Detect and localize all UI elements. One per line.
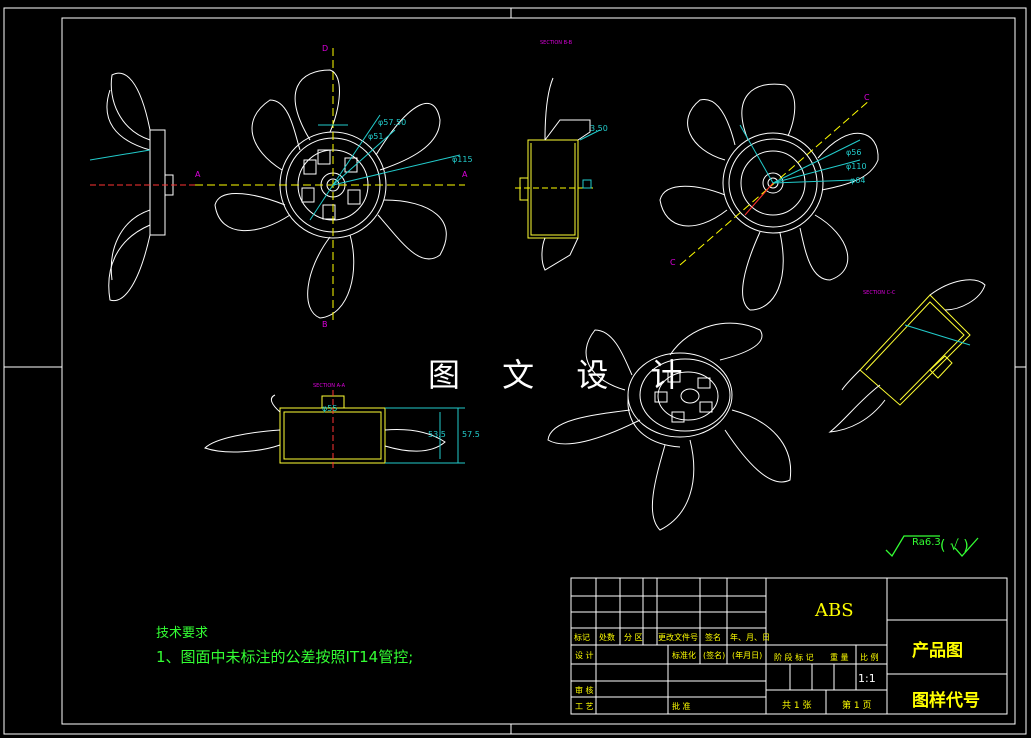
section-label-cc: SECTION C-C xyxy=(863,290,896,296)
tb-standardize: 标准化 xyxy=(672,651,696,660)
dim-label: φ57.50 xyxy=(378,118,407,127)
view-letter-c-bottom: C xyxy=(670,258,676,267)
view-letter-a-left: A xyxy=(195,170,201,179)
view-letter-b: B xyxy=(322,320,328,329)
tb-header-zone: 分 区 xyxy=(624,633,643,642)
tb-product-type: 产品图 xyxy=(912,641,963,661)
section-bb-view xyxy=(515,77,601,271)
dim-label: φ51 xyxy=(368,132,384,141)
section-label-bb: SECTION B-B xyxy=(540,40,573,46)
section-cc-view xyxy=(828,279,986,433)
tb-scale-header: 比 例 xyxy=(860,653,879,662)
tech-requirements-title: 技术要求 xyxy=(156,626,209,641)
tb-sheet-no: 第 1 页 xyxy=(842,701,872,711)
tb-stage-mark: 阶 段 标 记 xyxy=(774,653,814,662)
tb-weight: 重 量 xyxy=(830,653,849,662)
tb-date: (年月日) xyxy=(732,651,763,660)
dim-label: φ115 xyxy=(452,155,473,164)
view-letter-c-top: C xyxy=(864,93,870,102)
dim-label: 57.5 xyxy=(462,430,480,439)
rear-view xyxy=(659,83,879,311)
tb-approve: 批 准 xyxy=(672,702,691,711)
tech-requirements-note: 1、图面中未标注的公差按照IT14管控; xyxy=(156,648,414,666)
roughness-paren: ( √ ) xyxy=(940,538,969,554)
tb-material: ABS xyxy=(815,600,854,621)
view-letter-d: D xyxy=(322,44,329,53)
tb-header-sign: 签名 xyxy=(705,633,721,642)
tb-header-date: 年、月、日 xyxy=(730,633,770,642)
tb-header-count: 处数 xyxy=(599,633,615,642)
tb-review: 审 核 xyxy=(575,686,594,695)
section-label-aa: SECTION A-A xyxy=(313,383,346,389)
dim-label: φ55 xyxy=(322,404,338,413)
dim-label: 3.50 xyxy=(590,124,608,133)
watermark-text: 图 文 设 计 xyxy=(428,356,699,394)
tb-process: 工 艺 xyxy=(575,702,594,711)
dim-label: 53.5 xyxy=(428,430,446,439)
dim-label: φ64 xyxy=(850,176,866,185)
dim-label: φ110 xyxy=(846,162,867,171)
view-letter-a-right: A xyxy=(462,170,468,179)
tb-sheets: 共 1 张 xyxy=(782,701,812,711)
section-aa-view xyxy=(204,390,465,470)
tb-design: 设 计 xyxy=(575,651,594,660)
tb-drawing-code: 图样代号 xyxy=(912,691,980,711)
tb-sign: (签名) xyxy=(703,651,726,660)
tb-scale: 1:1 xyxy=(858,672,876,685)
side-view xyxy=(89,72,200,302)
tb-header-mark: 标记 xyxy=(574,633,590,642)
tb-header-change-doc: 更改文件号 xyxy=(658,633,698,642)
roughness-value: Ra6.3 xyxy=(912,537,941,548)
dim-label: φ56 xyxy=(846,148,862,157)
front-view xyxy=(195,48,465,322)
